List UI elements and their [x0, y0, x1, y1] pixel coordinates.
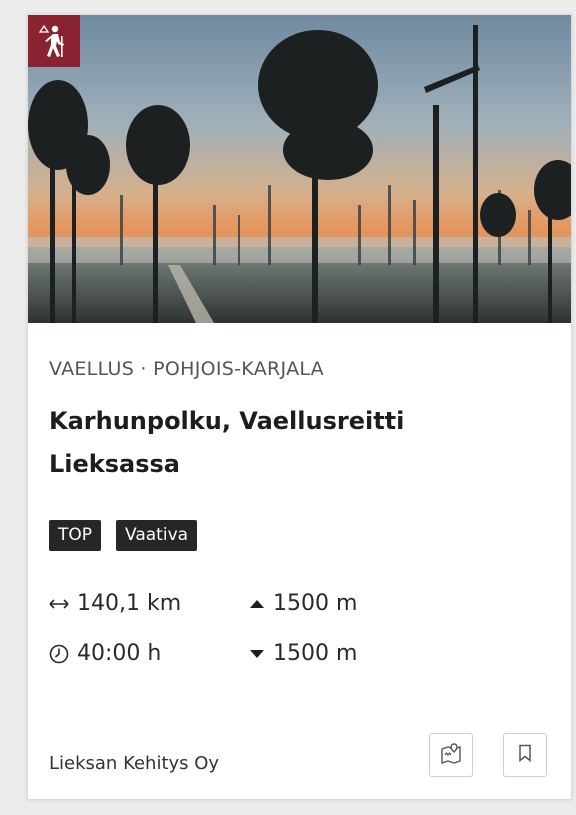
tag-list: TOP Vaativa — [49, 520, 198, 551]
hiking-icon — [28, 15, 80, 67]
stat-ascent: 1500 m — [249, 591, 357, 616]
stat-distance: 140,1 km — [49, 591, 181, 616]
bookmark-button[interactable] — [503, 733, 547, 777]
tour-category: VAELLUS · POHJOIS-KARJALA — [49, 358, 324, 380]
arrows-horizontal-icon — [49, 598, 69, 610]
tour-title[interactable]: Karhunpolku, Vaellusreitti Lieksassa — [49, 400, 529, 486]
duration-value: 40:00 h — [77, 641, 162, 666]
provider-name: Lieksan Kehitys Oy — [49, 753, 220, 774]
bookmark-icon — [518, 744, 532, 766]
tour-card[interactable]: VAELLUS · POHJOIS-KARJALA Karhunpolku, V… — [27, 14, 572, 800]
tag-top: TOP — [49, 520, 102, 551]
distance-value: 140,1 km — [77, 591, 182, 616]
map-button[interactable] — [429, 733, 473, 777]
tag-difficulty: Vaativa — [116, 520, 198, 551]
triangle-down-icon — [249, 649, 265, 659]
clock-icon — [49, 644, 69, 664]
ascent-value: 1500 m — [273, 591, 358, 616]
stat-duration: 40:00 h — [49, 641, 161, 666]
stat-descent: 1500 m — [249, 641, 357, 666]
map-marker-icon — [439, 741, 463, 769]
descent-value: 1500 m — [273, 641, 358, 666]
tour-image[interactable] — [28, 15, 571, 323]
triangle-up-icon — [249, 599, 265, 609]
